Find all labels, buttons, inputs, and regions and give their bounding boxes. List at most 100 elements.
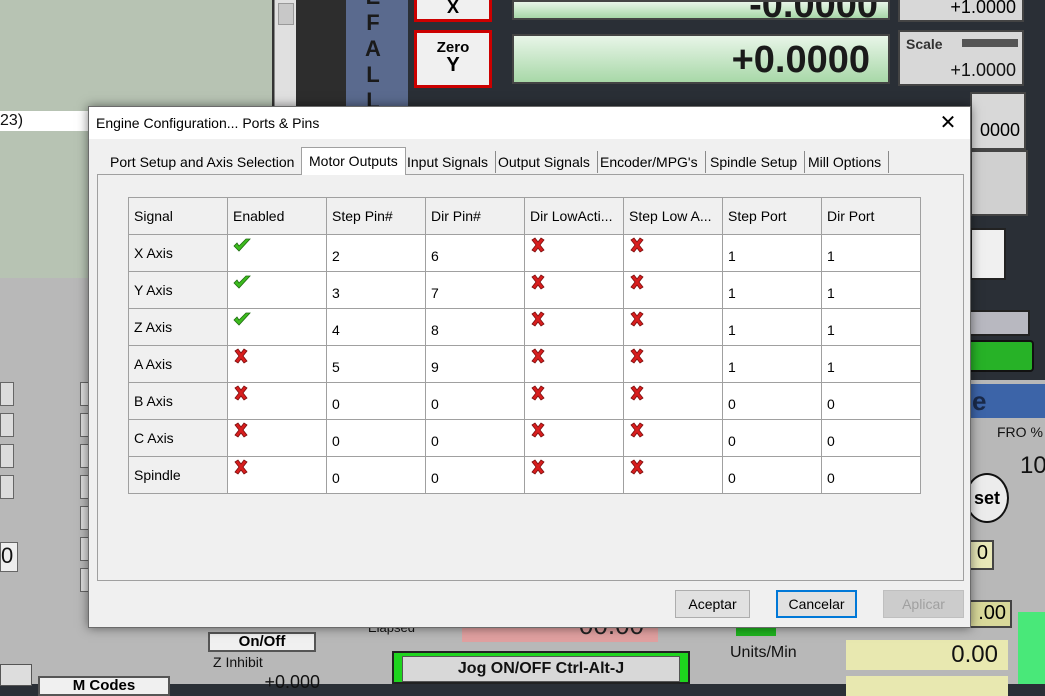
- left-button-column: [0, 382, 14, 506]
- cell-enabled[interactable]: [227, 271, 327, 309]
- cell-dir-low-active[interactable]: [524, 271, 624, 309]
- cell-step-port[interactable]: 0: [722, 419, 822, 457]
- column-header[interactable]: Dir Pin#: [425, 197, 525, 235]
- cell-dir-port[interactable]: 1: [821, 234, 921, 272]
- cell-dir-port[interactable]: 0: [821, 382, 921, 420]
- close-icon[interactable]: ✕: [926, 107, 970, 139]
- column-header[interactable]: Step Port: [722, 197, 822, 235]
- column-header[interactable]: Step Pin#: [326, 197, 426, 235]
- cell-dir-pin[interactable]: 0: [425, 419, 525, 457]
- tab-output-signals[interactable]: Output Signals: [491, 151, 598, 173]
- cell-dir-port[interactable]: 0: [821, 419, 921, 457]
- cell-dir-low-active[interactable]: [524, 308, 624, 346]
- column-header[interactable]: Dir LowActi...: [524, 197, 624, 235]
- red-x-icon: [629, 421, 645, 441]
- reset-button[interactable]: set: [965, 473, 1009, 523]
- cell-dir-port[interactable]: 0: [821, 456, 921, 494]
- tab-port-setup[interactable]: Port Setup and Axis Selection: [103, 151, 303, 173]
- cell-step-low-active[interactable]: [623, 456, 723, 494]
- row-signal-name[interactable]: X Axis: [128, 234, 228, 272]
- column-header[interactable]: Dir Port: [821, 197, 921, 235]
- right-button[interactable]: [970, 228, 1006, 280]
- tab-encoder-mpg[interactable]: Encoder/MPG's: [593, 151, 706, 173]
- cell-enabled[interactable]: [227, 308, 327, 346]
- cell-dir-low-active[interactable]: [524, 456, 624, 494]
- left-button[interactable]: [0, 444, 14, 468]
- apply-button[interactable]: Aplicar: [883, 590, 964, 618]
- cell-dir-pin[interactable]: 0: [425, 456, 525, 494]
- cell-step-low-active[interactable]: [623, 234, 723, 272]
- ok-button[interactable]: Aceptar: [675, 590, 750, 618]
- tab-mill-options[interactable]: Mill Options: [801, 151, 890, 173]
- cell-enabled[interactable]: [227, 382, 327, 420]
- cell-step-low-active[interactable]: [623, 419, 723, 457]
- cell-enabled[interactable]: [227, 456, 327, 494]
- cell-dir-low-active[interactable]: [524, 234, 624, 272]
- cell-dir-pin[interactable]: 0: [425, 382, 525, 420]
- tab-motor-outputs[interactable]: Motor Outputs: [301, 147, 406, 175]
- cell-dir-pin[interactable]: 7: [425, 271, 525, 309]
- tab-spindle-setup[interactable]: Spindle Setup: [703, 151, 806, 173]
- cell-step-port[interactable]: 1: [722, 345, 822, 383]
- zero-x-button[interactable]: X: [414, 0, 492, 22]
- cancel-button[interactable]: Cancelar: [776, 590, 857, 618]
- column-header[interactable]: Step Low A...: [623, 197, 723, 235]
- cell-step-port[interactable]: 0: [722, 382, 822, 420]
- cell-step-low-active[interactable]: [623, 345, 723, 383]
- row-signal-name[interactable]: C Axis: [128, 419, 228, 457]
- zero-y-button[interactable]: Zero Y: [414, 30, 492, 88]
- cell-enabled[interactable]: [227, 345, 327, 383]
- scale-z-value[interactable]: 0000: [980, 120, 1020, 141]
- tab-input-signals[interactable]: Input Signals: [400, 151, 496, 173]
- row-signal-name[interactable]: B Axis: [128, 382, 228, 420]
- dro-x[interactable]: -0.0000: [512, 0, 890, 20]
- cell-dir-low-active[interactable]: [524, 419, 624, 457]
- cell-step-pin[interactable]: 2: [326, 234, 426, 272]
- left-zero-field[interactable]: 0: [0, 542, 18, 572]
- cell-step-pin[interactable]: 0: [326, 456, 426, 494]
- cell-dir-low-active[interactable]: [524, 382, 624, 420]
- m-codes-button[interactable]: M Codes: [38, 676, 170, 696]
- bottom-left-button[interactable]: [0, 664, 32, 686]
- left-button[interactable]: [0, 382, 14, 406]
- left-button[interactable]: [0, 413, 14, 437]
- left-button[interactable]: [0, 475, 14, 499]
- z-inhibit-dro[interactable]: +0.000: [212, 672, 320, 692]
- dialog-titlebar[interactable]: Engine Configuration... Ports & Pins ✕: [89, 107, 970, 139]
- dro-y[interactable]: +0.0000: [512, 34, 890, 84]
- zero-y-button-axis: Y: [446, 54, 460, 76]
- cell-dir-port[interactable]: 1: [821, 345, 921, 383]
- cell-step-pin[interactable]: 3: [326, 271, 426, 309]
- fro-label: FRO %: [997, 424, 1043, 440]
- column-header[interactable]: Signal: [128, 197, 228, 235]
- cell-dir-pin[interactable]: 6: [425, 234, 525, 272]
- row-signal-name[interactable]: Spindle: [128, 456, 228, 494]
- column-header[interactable]: Enabled: [227, 197, 327, 235]
- row-signal-name[interactable]: A Axis: [128, 345, 228, 383]
- row-signal-name[interactable]: Z Axis: [128, 308, 228, 346]
- cell-enabled[interactable]: [227, 234, 327, 272]
- cell-step-port[interactable]: 0: [722, 456, 822, 494]
- cell-step-port[interactable]: 1: [722, 308, 822, 346]
- cell-enabled[interactable]: [227, 419, 327, 457]
- cell-dir-port[interactable]: 1: [821, 271, 921, 309]
- cell-step-low-active[interactable]: [623, 308, 723, 346]
- cell-step-pin[interactable]: 5: [326, 345, 426, 383]
- cell-dir-low-active[interactable]: [524, 345, 624, 383]
- cell-step-low-active[interactable]: [623, 382, 723, 420]
- row-signal-name[interactable]: Y Axis: [128, 271, 228, 309]
- cell-step-low-active[interactable]: [623, 271, 723, 309]
- scale-x-value[interactable]: +1.0000: [898, 0, 1024, 22]
- scrollbar-thumb[interactable]: [278, 3, 294, 25]
- z-inhibit-onoff-button[interactable]: On/Off: [208, 632, 316, 652]
- cell-dir-pin[interactable]: 8: [425, 308, 525, 346]
- cell-step-pin[interactable]: 4: [326, 308, 426, 346]
- scale-y-value[interactable]: +1.0000: [950, 60, 1016, 81]
- cell-dir-port[interactable]: 1: [821, 308, 921, 346]
- cell-step-port[interactable]: 1: [722, 271, 822, 309]
- cell-step-pin[interactable]: 0: [326, 382, 426, 420]
- cell-step-pin[interactable]: 0: [326, 419, 426, 457]
- cell-dir-pin[interactable]: 9: [425, 345, 525, 383]
- cell-step-port[interactable]: 1: [722, 234, 822, 272]
- jog-toggle-button[interactable]: Jog ON/OFF Ctrl-Alt-J: [392, 651, 690, 684]
